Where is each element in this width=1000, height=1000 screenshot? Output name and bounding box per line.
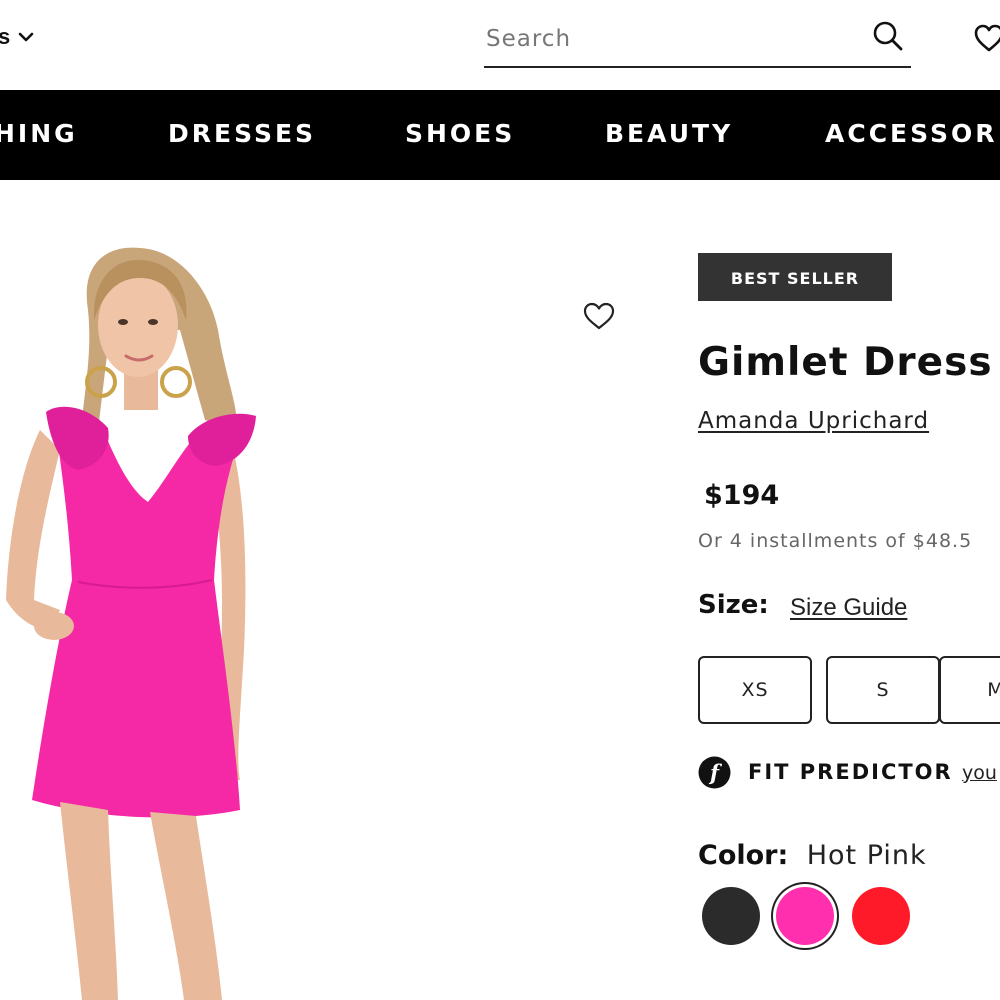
- nav-item-beauty[interactable]: BEAUTY: [605, 90, 733, 180]
- region-selector[interactable]: s: [0, 24, 34, 50]
- brand-link[interactable]: Amanda Uprichard: [698, 408, 929, 434]
- product-info: BEST SELLER Gimlet Dress Amanda Uprichar…: [698, 180, 1000, 1000]
- product-page: s HING DRESSES SHOES BEAUTY ACCESSOR: [0, 0, 1000, 1000]
- search-bar: [484, 16, 911, 68]
- add-to-wishlist-icon[interactable]: [582, 300, 616, 332]
- fit-predictor-icon: f: [698, 756, 731, 789]
- nav-item-shoes[interactable]: SHOES: [405, 90, 515, 180]
- product-photo[interactable]: [0, 180, 300, 1000]
- installments-text: Or 4 installments of $48.5: [698, 530, 973, 552]
- top-header: s: [0, 0, 1000, 90]
- fit-predictor-label: FIT PREDICTOR: [748, 760, 953, 784]
- product-price: $194: [704, 480, 780, 511]
- nav-item-dresses[interactable]: DRESSES: [168, 90, 316, 180]
- region-label: s: [0, 24, 11, 49]
- nav-item-accessories[interactable]: ACCESSOR: [825, 90, 998, 180]
- size-option-m[interactable]: M: [939, 656, 1000, 724]
- product-image-area: [0, 180, 660, 1000]
- color-swatch-red[interactable]: [852, 887, 910, 945]
- main-nav: HING DRESSES SHOES BEAUTY ACCESSOR: [0, 90, 1000, 180]
- search-input[interactable]: [484, 16, 856, 62]
- best-seller-badge: BEST SELLER: [698, 253, 892, 301]
- fit-predictor-row: f FIT PREDICTOR you: [698, 756, 1000, 790]
- nav-item-clothing[interactable]: HING: [0, 90, 78, 180]
- fit-predictor-link[interactable]: you: [962, 762, 997, 784]
- color-row: Color: Hot Pink: [698, 840, 927, 871]
- search-icon: [873, 21, 903, 51]
- size-label: Size:: [698, 590, 769, 620]
- search-button[interactable]: [871, 20, 905, 54]
- size-option-xs[interactable]: XS: [698, 656, 812, 724]
- color-value: Hot Pink: [806, 840, 927, 871]
- size-guide-link[interactable]: Size Guide: [790, 594, 907, 622]
- color-label: Color:: [698, 840, 789, 871]
- color-swatch-black[interactable]: [702, 887, 760, 945]
- color-swatch-hot-pink[interactable]: [776, 887, 834, 945]
- size-option-s[interactable]: S: [826, 656, 940, 724]
- product-title: Gimlet Dress: [698, 340, 993, 385]
- wishlist-heart-icon[interactable]: [973, 22, 1000, 54]
- chevron-down-icon: [18, 32, 34, 42]
